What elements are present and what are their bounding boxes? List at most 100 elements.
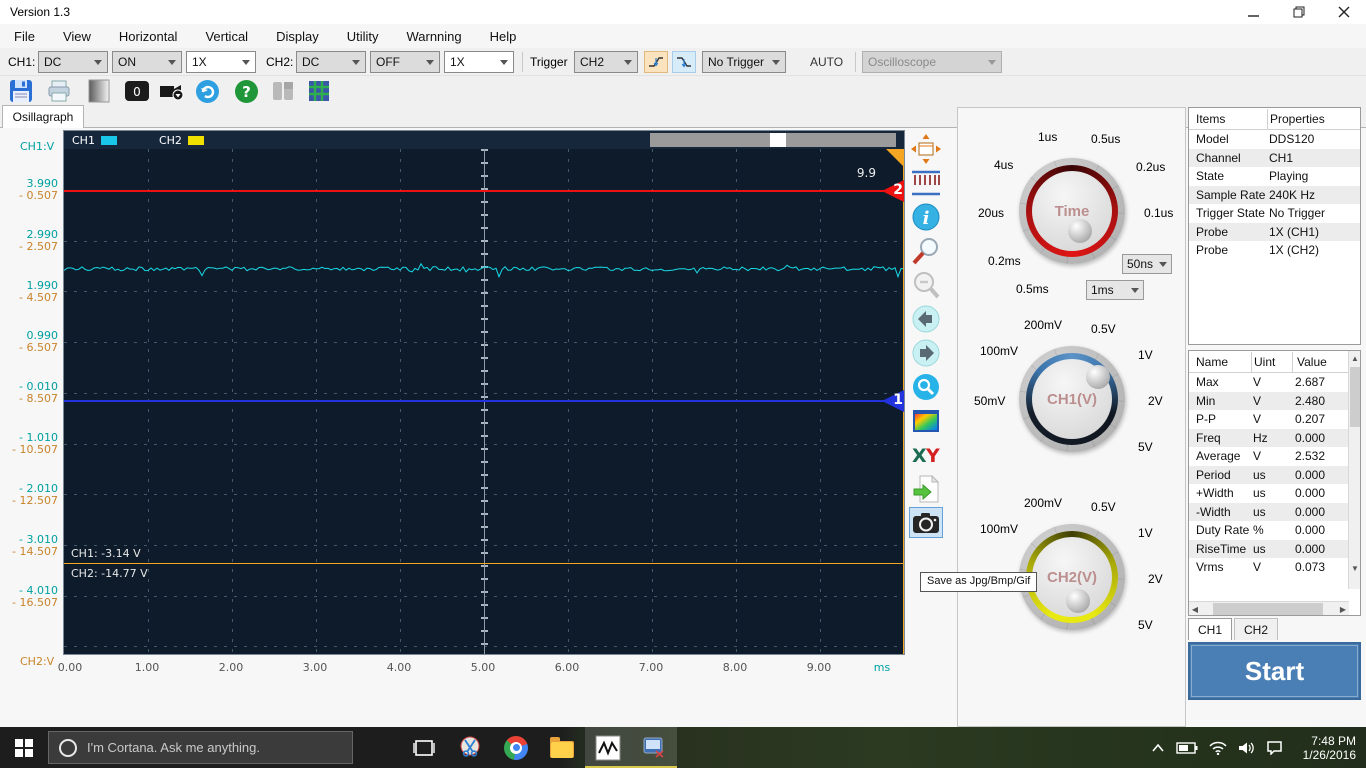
measurements-horizontal-scrollbar[interactable]: ◀ ▶	[1189, 601, 1349, 615]
help-icon[interactable]: ?	[233, 78, 259, 104]
time-fine-select[interactable]: 50ns	[1122, 254, 1172, 274]
save-icon[interactable]	[8, 78, 34, 104]
action-center-icon[interactable]	[1266, 740, 1283, 755]
trigger-level-line[interactable]	[64, 190, 904, 192]
menu-horizontal[interactable]: Horizontal	[119, 29, 178, 44]
tab-ch2[interactable]: CH2	[1234, 618, 1278, 640]
table-row[interactable]: FreqHz0.000	[1189, 429, 1349, 448]
minimize-button[interactable]	[1231, 0, 1276, 24]
tab-ch1[interactable]: CH1	[1188, 618, 1232, 640]
table-row[interactable]: ModelDDS120	[1189, 130, 1360, 149]
time-knob[interactable]: Time	[1019, 158, 1125, 264]
menu-file[interactable]: File	[14, 29, 35, 44]
table-row[interactable]: StatePlaying	[1189, 167, 1360, 186]
ch1-state-select[interactable]: ON	[112, 51, 182, 73]
table-row[interactable]: ChannelCH1	[1189, 149, 1360, 168]
xy-mode-icon[interactable]: XY	[909, 439, 943, 470]
volume-icon[interactable]	[1238, 741, 1255, 755]
wifi-icon[interactable]	[1209, 741, 1227, 755]
snipping-tool-icon[interactable]	[447, 727, 493, 768]
restore-button[interactable]	[1276, 0, 1321, 24]
ch1-color-swatch	[101, 136, 117, 145]
table-row[interactable]: Probe1X (CH2)	[1189, 241, 1360, 260]
menu-display[interactable]: Display	[276, 29, 319, 44]
tray-chevron-icon[interactable]	[1151, 743, 1165, 753]
falling-edge-button[interactable]	[672, 51, 696, 73]
chrome-icon[interactable]	[493, 727, 539, 768]
rising-edge-button[interactable]	[644, 51, 668, 73]
ch1-probe-select[interactable]: 1X	[186, 51, 256, 73]
table-row[interactable]: Duty Rate%0.000	[1189, 521, 1349, 540]
menu-vertical[interactable]: Vertical	[205, 29, 248, 44]
oscilloscope-app-icon[interactable]	[585, 727, 631, 768]
zoom-out-icon	[909, 269, 943, 300]
ch1-position-line[interactable]	[64, 400, 904, 402]
table-row[interactable]: Probe1X (CH1)	[1189, 223, 1360, 242]
ch2-state-select[interactable]: OFF	[370, 51, 440, 73]
scroll-left-arrow[interactable]: ◀	[1189, 602, 1201, 616]
secondary-app-icon[interactable]	[631, 727, 677, 768]
info-icon[interactable]: i	[909, 201, 943, 232]
taskbar: I'm Cortana. Ask me anything. 7:48 PM 1/…	[0, 727, 1366, 768]
table-row[interactable]: Sample Rate240K Hz	[1189, 186, 1360, 205]
table-row[interactable]: +Widthus0.000	[1189, 484, 1349, 503]
print-icon[interactable]	[46, 78, 72, 104]
export-file-icon[interactable]	[909, 473, 943, 504]
table-row[interactable]: Periodus0.000	[1189, 466, 1349, 485]
time-knob-group: 1us 0.5us 0.2us 0.1us 4us 20us 0.2ms 0.5…	[966, 130, 1178, 308]
record-icon[interactable]	[158, 78, 184, 104]
menu-help[interactable]: Help	[490, 29, 517, 44]
menu-warnning[interactable]: Warnning	[406, 29, 461, 44]
table-row[interactable]: Trigger StateNo Trigger	[1189, 204, 1360, 223]
table-row[interactable]: -Widthus0.000	[1189, 503, 1349, 522]
scroll-up-arrow[interactable]: ▲	[1349, 351, 1361, 365]
grid-icon[interactable]	[306, 78, 332, 104]
refresh-icon[interactable]	[194, 78, 220, 104]
table-row[interactable]: MaxV2.687	[1189, 373, 1349, 392]
background-gradient-icon[interactable]	[86, 78, 112, 104]
scroll-down-arrow[interactable]: ▼	[1349, 561, 1361, 575]
table-row[interactable]: RiseTimeus0.000	[1189, 540, 1349, 559]
svg-text:i: i	[923, 208, 930, 229]
ch2-coupling-select[interactable]: DC	[296, 51, 366, 73]
scrollbar-thumb[interactable]	[1350, 367, 1360, 427]
table-row[interactable]: AverageV2.532	[1189, 447, 1349, 466]
search-zoom-icon[interactable]	[909, 371, 943, 402]
ch1-coupling-select[interactable]: DC	[38, 51, 108, 73]
trigger-mode-select[interactable]: No Trigger	[702, 51, 786, 73]
table-row[interactable]: P-PV0.207	[1189, 410, 1349, 429]
previous-arrow-icon[interactable]	[909, 303, 943, 334]
ch2-probe-select[interactable]: 1X	[444, 51, 514, 73]
ch1-volt-knob[interactable]: CH1(V)	[1019, 346, 1125, 452]
file-explorer-icon[interactable]	[539, 727, 585, 768]
task-view-icon[interactable]	[401, 727, 447, 768]
measurements-vertical-scrollbar[interactable]: ▲ ▼	[1348, 351, 1360, 589]
table-row[interactable]: MinV2.480	[1189, 392, 1349, 411]
scrollbar-thumb[interactable]	[770, 133, 786, 147]
scroll-right-arrow[interactable]: ▶	[1337, 602, 1349, 616]
pan-icon[interactable]	[909, 133, 943, 164]
close-button[interactable]	[1321, 0, 1366, 24]
scrollbar-thumb[interactable]	[1213, 603, 1323, 615]
time-cursor-handle[interactable]	[886, 149, 904, 167]
scope-plot-area[interactable]: 9.9 2 1 CH1: -3.14 V CH2: -14.77 V	[64, 149, 904, 654]
battery-icon[interactable]	[1176, 742, 1198, 754]
menu-view[interactable]: View	[63, 29, 91, 44]
ch2-cursor-line[interactable]	[64, 563, 904, 564]
color-palette-icon[interactable]	[909, 405, 943, 436]
measure-zoom-icon[interactable]	[909, 235, 943, 266]
menu-utility[interactable]: Utility	[347, 29, 379, 44]
cortana-search-box[interactable]: I'm Cortana. Ask me anything.	[48, 731, 353, 764]
trigger-source-select[interactable]: CH2	[574, 51, 638, 73]
counter-badge-icon[interactable]: 0	[124, 78, 150, 104]
time-base-select[interactable]: 1ms	[1086, 280, 1144, 300]
scope-horizontal-scrollbar[interactable]	[650, 133, 896, 147]
windows-start-button[interactable]	[0, 727, 48, 768]
next-arrow-icon[interactable]	[909, 337, 943, 368]
taskbar-clock[interactable]: 7:48 PM 1/26/2016	[1294, 734, 1356, 762]
tab-osillagraph[interactable]: Osillagraph	[2, 105, 84, 128]
ruler-comb-icon[interactable]	[909, 167, 943, 198]
table-row[interactable]: VrmsV0.073	[1189, 558, 1349, 577]
camera-snapshot-icon[interactable]	[909, 507, 943, 538]
start-button[interactable]: Start	[1188, 642, 1361, 700]
